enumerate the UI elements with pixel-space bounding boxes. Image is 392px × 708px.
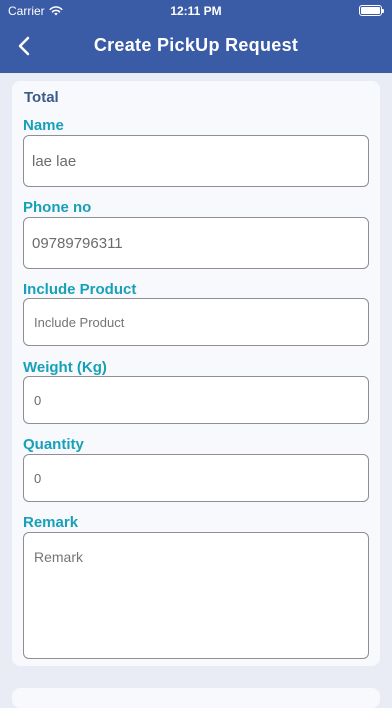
page-title: Create PickUp Request	[93, 35, 299, 55]
remark-label: Remark	[23, 514, 79, 531]
pickup-form-card: Total Name Phone no Include Product Weig…	[12, 81, 380, 666]
name-label: Name	[23, 117, 64, 134]
quantity-field[interactable]	[23, 454, 369, 502]
next-section-card	[12, 688, 380, 708]
battery-level	[361, 7, 380, 14]
remark-field[interactable]	[23, 532, 369, 659]
app-header: Carrier 12:11 PM Create PickUp Request	[0, 0, 392, 73]
battery-icon	[359, 5, 384, 16]
include-product-label: Include Product	[23, 281, 137, 298]
status-bar: Carrier 12:11 PM	[0, 0, 392, 20]
phone-input[interactable]	[24, 218, 368, 268]
phone-field[interactable]	[23, 217, 369, 269]
quantity-label: Quantity	[23, 436, 84, 453]
total-label: Total	[24, 89, 59, 106]
include-product-field[interactable]	[23, 298, 369, 346]
weight-input[interactable]	[24, 377, 368, 423]
weight-field[interactable]	[23, 376, 369, 424]
nav-bar: Create PickUp Request	[0, 26, 392, 66]
include-product-input[interactable]	[24, 299, 368, 345]
remark-textarea[interactable]	[24, 533, 368, 658]
quantity-input[interactable]	[24, 455, 368, 501]
weight-label: Weight (Kg)	[23, 359, 107, 376]
phone-label: Phone no	[23, 199, 92, 216]
name-field[interactable]	[23, 135, 369, 187]
status-time: 12:11 PM	[170, 4, 222, 18]
name-input[interactable]	[24, 136, 368, 186]
